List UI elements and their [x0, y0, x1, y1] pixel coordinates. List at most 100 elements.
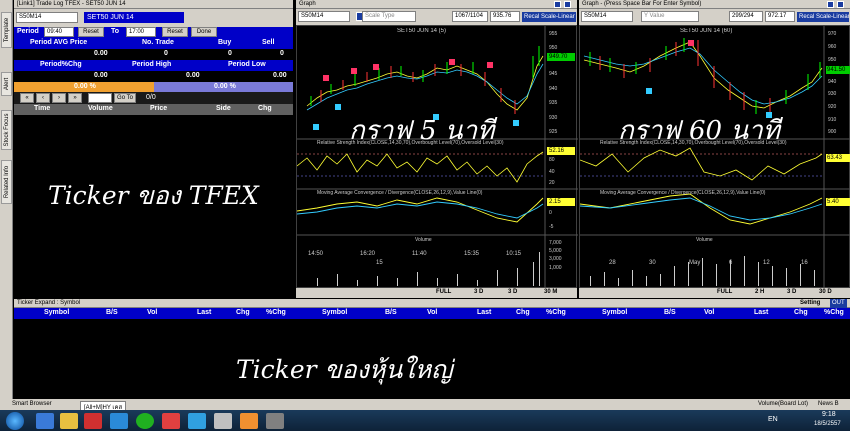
smart-browser-button[interactable]: Smart Browser: [12, 401, 52, 407]
pct-right: 0.00 %: [214, 83, 236, 90]
language-indicator[interactable]: EN: [768, 416, 778, 423]
skype-icon[interactable]: [188, 413, 206, 429]
graph60-chart-title: SET50 JUN 14 (60): [680, 28, 733, 34]
app4-icon[interactable]: [266, 413, 284, 429]
summary-header-row-2: Period%Chg Period High Period Low: [14, 60, 293, 71]
graph60-price-tag: 941.50: [826, 66, 850, 74]
line-icon[interactable]: [136, 413, 154, 429]
graph60-x-axis: 28 30 May 6 12 16: [609, 260, 808, 266]
graph60-close-icon[interactable]: [837, 1, 844, 8]
chrome-icon[interactable]: [162, 413, 180, 429]
graph60-macd-tag: 5.40: [826, 198, 850, 206]
graph60-volume-label: Volume: [696, 237, 713, 243]
graph60-symbol-combo[interactable]: S50M14: [581, 11, 633, 22]
graph5-close-icon[interactable]: [564, 1, 571, 8]
graph5-restore-icon[interactable]: [554, 1, 561, 8]
tradelog-symbol-combo[interactable]: S50M14: [16, 12, 78, 23]
graph5-tb-30m[interactable]: 30 M: [544, 289, 557, 295]
tradelog-caption: Ticker ของ TFEX: [48, 181, 259, 210]
ticker-out-button[interactable]: OUT: [830, 299, 847, 308]
windows-taskbar: EN 9:18 18/5/2557: [0, 410, 850, 431]
period-bar: Period 09:40 Reset To 17:00 Reset Done: [14, 27, 293, 38]
graph60-titlebar: Graph - (Press Space Bar For Enter Symbo…: [579, 0, 850, 9]
prev-page-button[interactable]: ‹: [36, 93, 50, 103]
start-button-icon[interactable]: [6, 412, 24, 430]
nav-bar: « ‹ › » Go To 0/0: [14, 92, 293, 104]
ie-icon[interactable]: [36, 413, 54, 429]
graph5-counter: 1067/1104: [452, 11, 488, 22]
graph60-recalc-button[interactable]: Recal Scale-Linear: [797, 12, 849, 22]
graph5-tb-full[interactable]: FULL: [436, 289, 451, 295]
folder-icon[interactable]: [60, 413, 78, 429]
graph60-toolbar: S50M14 Y Value 299/294 972.17 Recal Scal…: [579, 9, 850, 25]
ticker-setting-button[interactable]: Setting: [800, 299, 820, 308]
graph60-rsi-tag: 63.43: [826, 154, 850, 162]
graph60-macd-label: Moving Average Convergence / Divergence(…: [600, 190, 766, 196]
graph60-tb-3d[interactable]: 3 D: [787, 289, 796, 295]
graph60-restore-icon[interactable]: [827, 1, 834, 8]
summary-values-row-1: 0.00 0 0 0: [14, 49, 293, 60]
graph60-scale-value: 972.17: [765, 11, 795, 22]
page-indicator: 0/0: [146, 94, 156, 101]
reset-to-button[interactable]: Reset: [162, 27, 188, 37]
graph5-caption: กราฟ 5 นาที: [349, 116, 495, 146]
next-page-button[interactable]: ›: [52, 93, 66, 103]
graph60-tb-full[interactable]: FULL: [717, 289, 732, 295]
ticker-titlebar: Ticker Expand : Symbol Setting OUT: [14, 299, 850, 308]
buy-sell-ratio-bar: 0.00 % 0.00 %: [14, 82, 293, 92]
side-tab-bar: Template Alert Stock Focus Related Info: [0, 0, 13, 400]
app3-icon[interactable]: [240, 413, 258, 429]
app2-icon[interactable]: [214, 413, 232, 429]
volume-board-lot: Volume(Board Lot): [758, 401, 809, 407]
clock-time: 9:18: [822, 411, 836, 418]
reset-from-button[interactable]: Reset: [78, 27, 104, 37]
graph5-x-axis: 14:50 16:20 11:40 15:35 10:15 15: [308, 251, 522, 266]
status-bar: Smart Browser [All+M]HY เคส Volume(Board…: [0, 399, 850, 413]
graph5-price-tag: 949.70: [547, 53, 575, 61]
side-tab-alert[interactable]: Alert: [1, 72, 12, 96]
side-tab-related-info[interactable]: Related Info: [1, 160, 12, 204]
graph60-tb-30d[interactable]: 30 D: [819, 289, 832, 295]
graph60-y-value-field[interactable]: Y Value: [641, 11, 699, 22]
media-icon[interactable]: [84, 413, 102, 429]
tradelog-symbol-desc: SET50 JUN 14: [84, 12, 184, 23]
graph5-titlebar: Graph: [296, 0, 577, 9]
last-page-button[interactable]: »: [68, 93, 82, 103]
app-icon[interactable]: [110, 413, 128, 429]
clock-date: 18/5/2557: [814, 421, 841, 427]
graph5-volume-label: Volume: [415, 237, 432, 243]
to-time-input[interactable]: 17:00: [126, 27, 156, 37]
graph60-bottom-toolbar: FULL 2 H 3 D 30 D: [579, 288, 850, 298]
graph5-rsi-tag: 52.16: [547, 147, 575, 155]
side-tab-stock-focus[interactable]: Stock Focus: [1, 110, 12, 150]
graph60-caption: กราฟ 60 นาที: [618, 116, 780, 146]
graph60-counter: 299/294: [729, 11, 763, 22]
done-button[interactable]: Done: [191, 27, 217, 37]
first-page-button[interactable]: «: [20, 93, 34, 103]
from-time-input[interactable]: 09:40: [44, 27, 74, 37]
graph5-scale-type-field[interactable]: Scale Type: [362, 11, 416, 22]
to-label: To: [111, 28, 120, 35]
ticker-caption: Ticker ของหุ้นใหญ่: [236, 355, 453, 384]
graph5-tb-3d-b[interactable]: 3 D: [508, 289, 517, 295]
summary-header-row-1: Period AVG Price No. Trade Buy Sell: [14, 38, 293, 49]
graph60-tb-2h[interactable]: 2 H: [755, 289, 764, 295]
goto-button[interactable]: Go To: [114, 93, 136, 103]
graph5-macd-tag: 2.15: [547, 198, 575, 206]
graph5-toolbar: S50M14 Scale Type 1067/1104 935.76 Recal…: [296, 9, 577, 25]
graph5-macd-label: Moving Average Convergence / Divergence(…: [317, 190, 483, 196]
period-label: Period: [17, 28, 39, 35]
graph5-symbol-combo[interactable]: S50M14: [298, 11, 350, 22]
pct-left: 0.00 %: [74, 83, 96, 90]
graph5-bottom-toolbar: FULL 3 D 3 D 30 M: [296, 288, 577, 298]
graph5-tb-3d[interactable]: 3 D: [474, 289, 483, 295]
news-button[interactable]: News B: [818, 401, 839, 407]
graph5-recalc-button[interactable]: Recal Scale-Linear: [522, 12, 576, 22]
graph5-scale-value: 935.76: [490, 11, 520, 22]
tradelog-titlebar: [Link1] Trade Log TFEX - SET50 JUN 14: [14, 0, 293, 9]
ticker-header-row: Symbol B/S Vol Last Chg %Chg Symbol B/S …: [14, 308, 850, 319]
side-tab-template[interactable]: Template: [1, 12, 12, 48]
tradelog-symbol-bar: S50M14 SET50 JUN 14: [14, 9, 293, 27]
page-input[interactable]: [88, 93, 112, 103]
tradelog-table-header: Time Volume Price Side Chg: [14, 104, 293, 115]
